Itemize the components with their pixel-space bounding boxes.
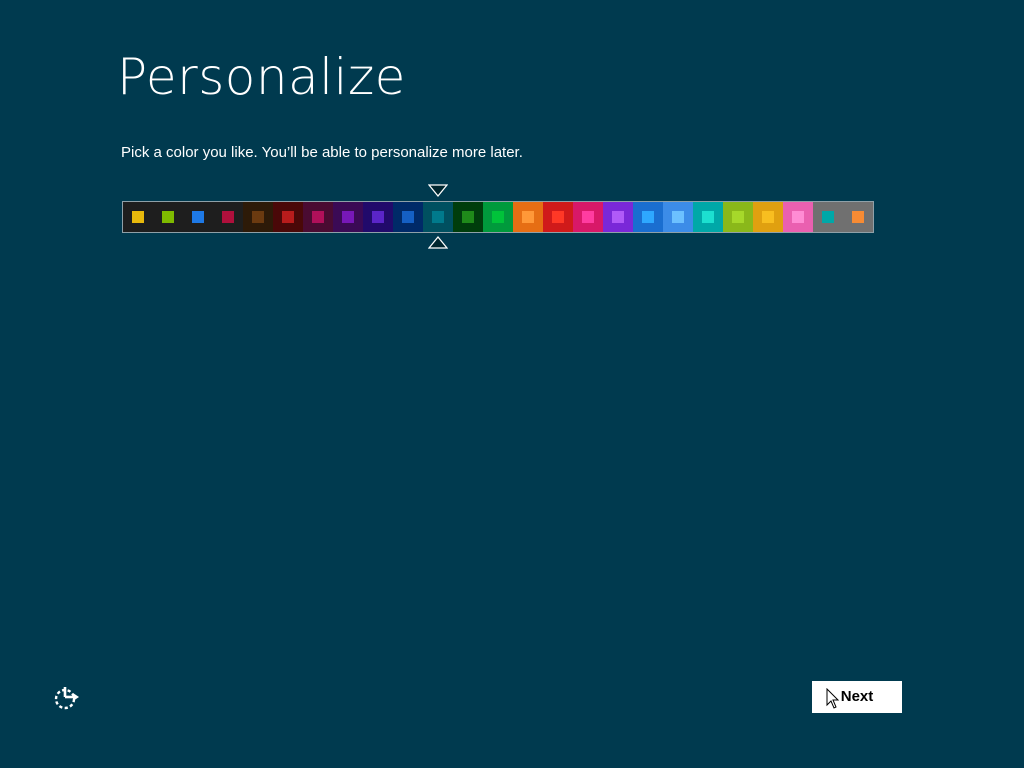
color-swatch[interactable]	[783, 202, 813, 232]
personalize-page: Personalize Pick a color you like. You’l…	[0, 0, 1024, 768]
color-swatch[interactable]	[513, 202, 543, 232]
color-swatch[interactable]	[453, 202, 483, 232]
color-swatch-chip	[342, 211, 354, 223]
color-swatch-chip	[462, 211, 474, 223]
color-swatch[interactable]	[813, 202, 843, 232]
color-swatch[interactable]	[303, 202, 333, 232]
color-swatch[interactable]	[363, 202, 393, 232]
color-picker-strip	[122, 201, 874, 233]
color-swatch[interactable]	[663, 202, 693, 232]
color-swatch-chip	[132, 211, 144, 223]
ease-of-access-icon[interactable]	[52, 684, 80, 712]
color-swatch[interactable]	[723, 202, 753, 232]
color-swatch-chip	[642, 211, 654, 223]
color-swatch-chip	[192, 211, 204, 223]
color-swatch-chip	[582, 211, 594, 223]
color-swatch[interactable]	[153, 202, 183, 232]
color-swatch-chip	[492, 211, 504, 223]
color-swatch[interactable]	[243, 202, 273, 232]
color-swatch[interactable]	[183, 202, 213, 232]
color-swatch-chip	[402, 211, 414, 223]
color-swatch-chip	[222, 211, 234, 223]
color-swatch[interactable]	[633, 202, 663, 232]
color-swatch[interactable]	[543, 202, 573, 232]
color-swatch-chip	[822, 211, 834, 223]
color-swatch[interactable]	[393, 202, 423, 232]
color-swatch[interactable]	[123, 202, 153, 232]
page-title: Personalize	[117, 48, 406, 106]
color-swatch[interactable]	[573, 202, 603, 232]
selection-indicator-top-icon	[428, 184, 448, 198]
color-swatch[interactable]	[603, 202, 633, 232]
color-swatch-chip	[522, 211, 534, 223]
color-swatch[interactable]	[843, 202, 873, 232]
color-swatch-chip	[372, 211, 384, 223]
color-swatch-chip	[762, 211, 774, 223]
color-swatch-chip	[672, 211, 684, 223]
color-swatch[interactable]	[423, 202, 453, 232]
color-swatch-chip	[312, 211, 324, 223]
color-swatch-chip	[702, 211, 714, 223]
color-swatch-chip	[612, 211, 624, 223]
color-swatch-chip	[732, 211, 744, 223]
color-swatch[interactable]	[273, 202, 303, 232]
color-swatch-chip	[552, 211, 564, 223]
color-swatch-chip	[792, 211, 804, 223]
color-swatch[interactable]	[333, 202, 363, 232]
color-swatch-chip	[852, 211, 864, 223]
color-swatch-chip	[252, 211, 264, 223]
color-swatch-chip	[432, 211, 444, 223]
color-swatch[interactable]	[753, 202, 783, 232]
color-swatch[interactable]	[693, 202, 723, 232]
selection-indicator-bottom-icon	[428, 235, 448, 249]
next-button[interactable]: Next	[812, 681, 902, 713]
instruction-text: Pick a color you like. You’ll be able to…	[121, 144, 523, 161]
color-swatch-chip	[282, 211, 294, 223]
color-swatch-chip	[162, 211, 174, 223]
color-swatch[interactable]	[213, 202, 243, 232]
color-swatch[interactable]	[483, 202, 513, 232]
